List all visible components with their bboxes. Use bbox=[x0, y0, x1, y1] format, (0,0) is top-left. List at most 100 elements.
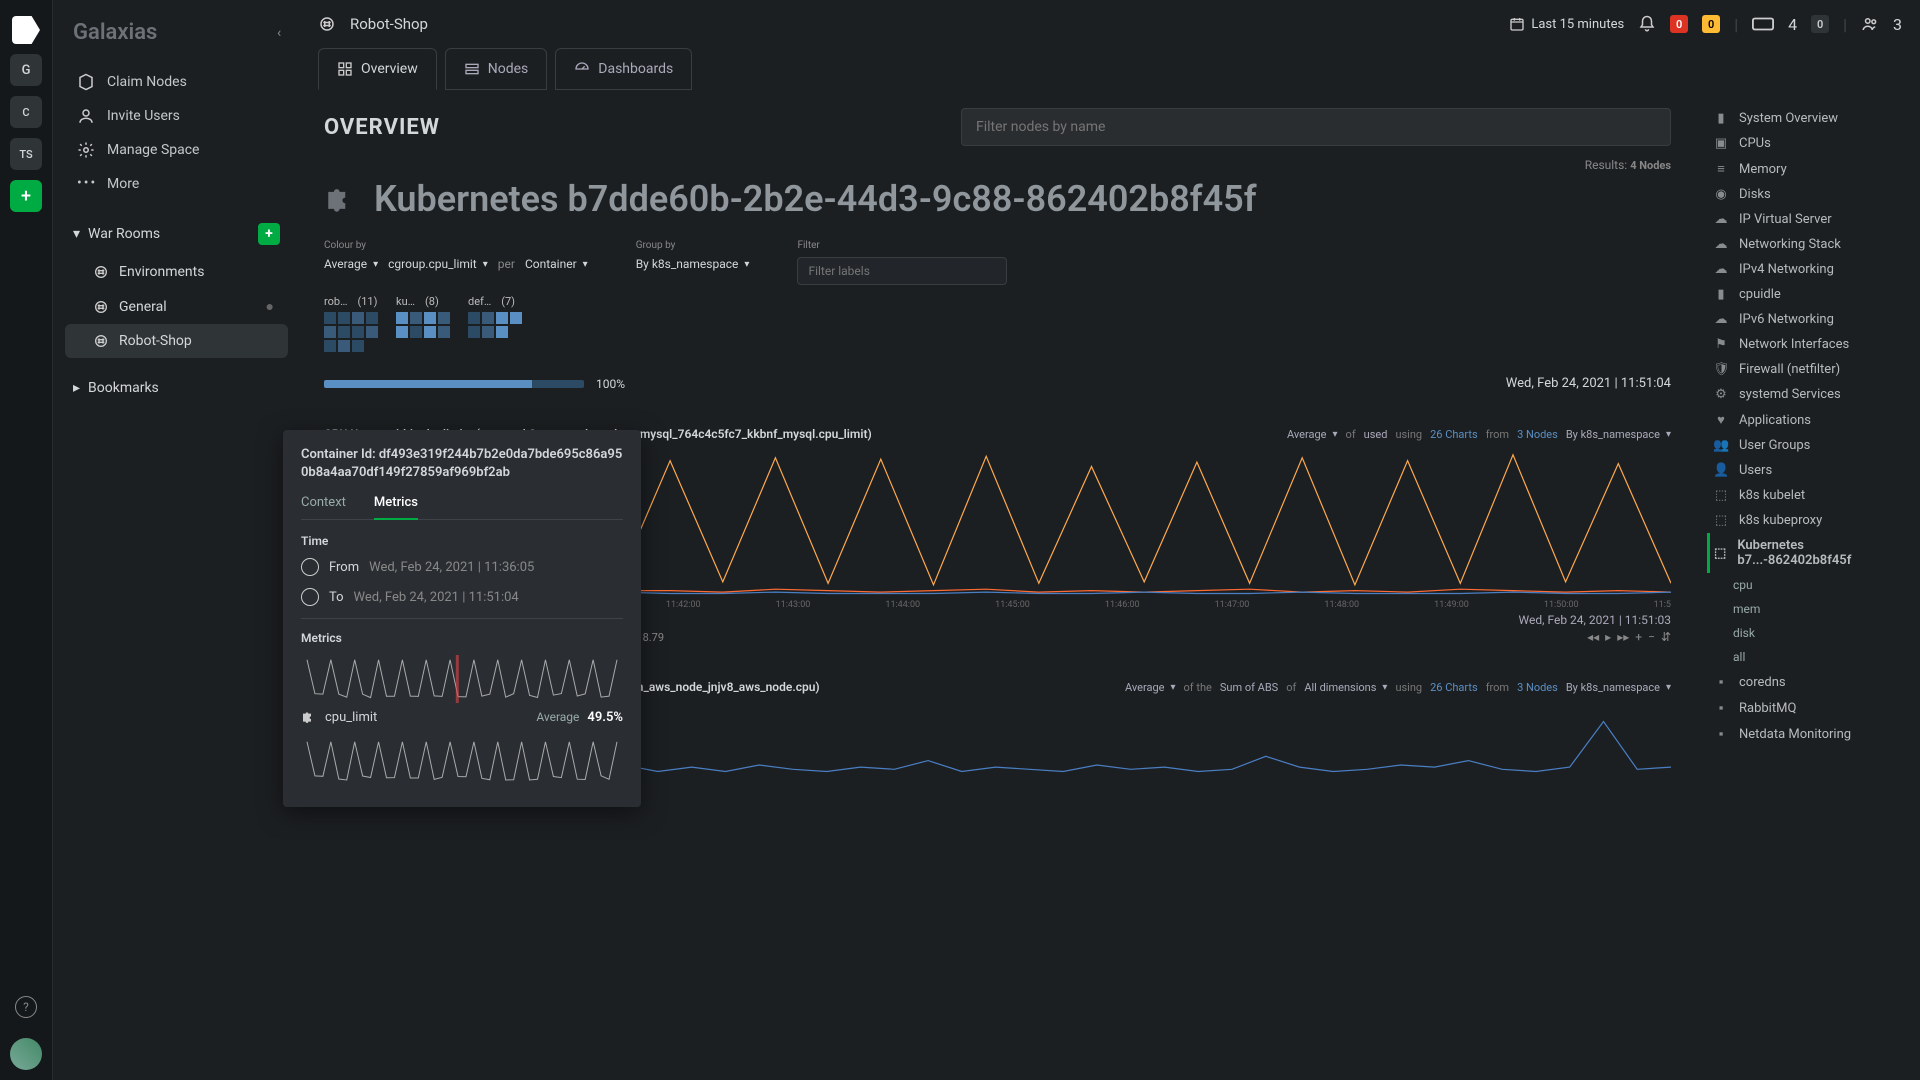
toc-item[interactable]: ♥Applications bbox=[1707, 407, 1908, 433]
toc-item[interactable]: 👤Users bbox=[1707, 458, 1908, 483]
filter-nodes-input[interactable] bbox=[961, 108, 1671, 146]
puzzle-icon bbox=[324, 182, 358, 216]
results-count: Results: 4 Nodes bbox=[324, 158, 1671, 172]
toc-item[interactable]: 👥User Groups bbox=[1707, 433, 1908, 458]
toc-sub-item[interactable]: all bbox=[1707, 645, 1908, 669]
svg-text:11:51:00: 11:51:00 bbox=[1654, 600, 1671, 609]
toc-item[interactable]: ⬚k8s kubeproxy bbox=[1707, 508, 1908, 533]
toc-item[interactable]: ⚑Network Interfaces bbox=[1707, 332, 1908, 357]
toc-item[interactable]: ⬚k8s kubelet bbox=[1707, 483, 1908, 508]
users-icon[interactable] bbox=[1861, 15, 1879, 33]
sparkline-2 bbox=[301, 737, 623, 785]
room-general[interactable]: General ● bbox=[65, 289, 288, 324]
sidebar-manage-space[interactable]: Manage Space bbox=[65, 133, 288, 167]
toc-item[interactable]: 🛡Firewall (netfilter) bbox=[1707, 357, 1908, 382]
help-icon[interactable]: ? bbox=[15, 996, 37, 1018]
sidebar-claim-nodes[interactable]: Claim Nodes bbox=[65, 65, 288, 99]
popover-tab-context[interactable]: Context bbox=[301, 495, 346, 519]
alert-warning-badge[interactable]: 0 bbox=[1702, 15, 1720, 33]
svg-text:11:49:00: 11:49:00 bbox=[1434, 600, 1469, 609]
space-badge-c[interactable]: C bbox=[10, 96, 42, 128]
hash-icon bbox=[93, 299, 109, 315]
toc-item[interactable]: ◉Disks bbox=[1707, 182, 1908, 207]
section-heading: OVERVIEW bbox=[324, 115, 440, 140]
popover-tab-metrics[interactable]: Metrics bbox=[374, 495, 418, 520]
bookmarks-section[interactable]: ▸ Bookmarks bbox=[65, 370, 288, 406]
svg-text:11:45:00: 11:45:00 bbox=[995, 600, 1030, 609]
tab-overview[interactable]: Overview bbox=[318, 48, 437, 90]
chart2-dims[interactable]: All dimensions bbox=[1304, 681, 1387, 694]
toc-item[interactable]: ☁IP Virtual Server bbox=[1707, 207, 1908, 232]
toc-sub-item[interactable]: mem bbox=[1707, 597, 1908, 621]
dot-indicator: ● bbox=[266, 298, 274, 315]
toc-item[interactable]: ☁IPv6 Networking bbox=[1707, 307, 1908, 332]
metric-name: cpu_limit bbox=[325, 710, 377, 725]
sparkline-1 bbox=[301, 655, 623, 703]
tab-dashboards[interactable]: Dashboards bbox=[555, 48, 692, 90]
chart1-charts-link[interactable]: 26 Charts bbox=[1430, 428, 1478, 441]
player-add-icon[interactable]: + bbox=[1635, 630, 1642, 644]
svg-text:11:44:00: 11:44:00 bbox=[885, 600, 920, 609]
toc-item[interactable]: ▪RabbitMQ bbox=[1707, 695, 1908, 721]
space-name: Galaxias bbox=[73, 20, 280, 45]
app-logo[interactable] bbox=[12, 16, 40, 44]
filter-labels-input[interactable] bbox=[797, 257, 1007, 285]
chart2-groupby[interactable]: By k8s_namespace bbox=[1566, 681, 1671, 694]
nodes-icon bbox=[464, 61, 480, 77]
node-icon bbox=[77, 73, 95, 91]
chart1-groupby[interactable]: By k8s_namespace bbox=[1566, 428, 1671, 441]
toc-sub-item[interactable]: cpu bbox=[1707, 573, 1908, 597]
collapse-sidebar-icon[interactable]: ‹ bbox=[277, 25, 281, 41]
player-expand-icon[interactable]: ⇵ bbox=[1661, 630, 1671, 644]
toc-item[interactable]: ⚙systemd Services bbox=[1707, 382, 1908, 407]
player-forward-icon[interactable]: ▸▸ bbox=[1617, 630, 1629, 644]
player-minus-icon[interactable]: − bbox=[1648, 630, 1655, 644]
time-range-picker[interactable]: Last 15 minutes bbox=[1509, 16, 1624, 32]
gear-icon bbox=[77, 141, 95, 159]
group-by-dropdown[interactable]: By k8s_namespace bbox=[636, 257, 750, 271]
toc-item[interactable]: ▪Netdata Monitoring bbox=[1707, 721, 1908, 747]
room-environments[interactable]: Environments bbox=[65, 255, 288, 289]
chart2-nodes-link[interactable]: 3 Nodes bbox=[1517, 681, 1558, 694]
toc-item-active[interactable]: ⬚Kubernetes b7...-862402b8f45f bbox=[1707, 533, 1908, 573]
toc-item[interactable]: ▣CPUs bbox=[1707, 131, 1908, 156]
chart1-nodes-link[interactable]: 3 Nodes bbox=[1517, 428, 1558, 441]
toc-item[interactable]: ☁IPv4 Networking bbox=[1707, 257, 1908, 282]
add-space-button[interactable]: + bbox=[10, 180, 42, 212]
colour-agg-dropdown[interactable]: Average bbox=[324, 257, 378, 271]
heatmap-group-1[interactable] bbox=[324, 312, 378, 352]
bell-icon[interactable] bbox=[1638, 15, 1656, 33]
chart2-charts-link[interactable]: 26 Charts bbox=[1430, 681, 1478, 694]
toc-item[interactable]: ≡Memory bbox=[1707, 156, 1908, 182]
colour-per-dropdown[interactable]: Container bbox=[525, 257, 588, 271]
chart1-agg[interactable]: Average bbox=[1287, 428, 1338, 441]
heatmap-group-2[interactable] bbox=[396, 312, 450, 338]
chart2-agg[interactable]: Average bbox=[1125, 681, 1176, 694]
space-badge-ts[interactable]: TS bbox=[10, 138, 42, 170]
space-badge-g[interactable]: G bbox=[10, 54, 42, 86]
ellipsis-icon: ••• bbox=[77, 175, 95, 193]
hash-icon bbox=[93, 333, 109, 349]
filter-label: Filter bbox=[797, 240, 1007, 251]
hash-icon bbox=[93, 264, 109, 280]
toc-sub-item[interactable]: disk bbox=[1707, 621, 1908, 645]
sidebar-more[interactable]: ••• More bbox=[65, 167, 288, 201]
toc-item[interactable]: ▮cpuidle bbox=[1707, 282, 1908, 307]
users-count: 3 bbox=[1893, 15, 1902, 34]
player-rewind-icon[interactable]: ◂◂ bbox=[1587, 630, 1599, 644]
room-robot-shop[interactable]: Robot-Shop bbox=[65, 324, 288, 358]
colour-metric-dropdown[interactable]: cgroup.cpu_limit bbox=[388, 257, 488, 271]
user-avatar[interactable] bbox=[10, 1038, 42, 1070]
toc-item[interactable]: ▮System Overview bbox=[1707, 106, 1908, 131]
toc-item[interactable]: ▪coredns bbox=[1707, 669, 1908, 695]
alert-critical-badge[interactable]: 0 bbox=[1670, 15, 1688, 33]
add-room-button[interactable]: + bbox=[258, 223, 280, 245]
workspace-rail: G C TS + ? bbox=[0, 0, 53, 1080]
heatmap-group-3[interactable] bbox=[468, 312, 522, 338]
war-rooms-section[interactable]: ▾ War Rooms + bbox=[65, 213, 288, 255]
toc-item[interactable]: ☁Networking Stack bbox=[1707, 232, 1908, 257]
sidebar: Galaxias Claim Nodes Invite Users Manage… bbox=[53, 0, 300, 1080]
sidebar-invite-users[interactable]: Invite Users bbox=[65, 99, 288, 133]
tab-nodes[interactable]: Nodes bbox=[445, 48, 548, 90]
player-play-icon[interactable]: ▸ bbox=[1605, 630, 1611, 644]
